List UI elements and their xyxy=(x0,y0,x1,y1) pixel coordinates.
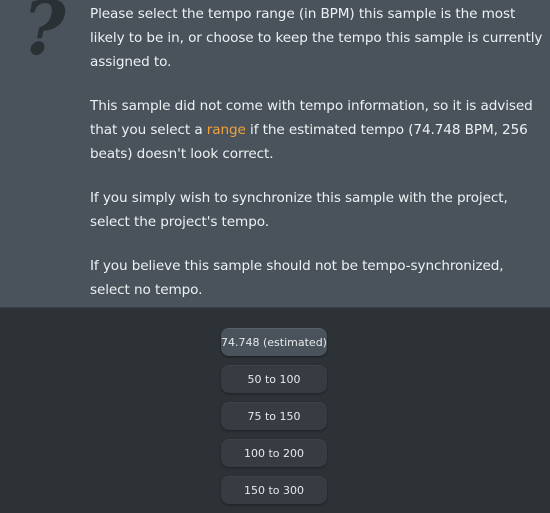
tempo-button-area: 74.748 (estimated) 50 to 100 75 to 150 1… xyxy=(0,308,550,513)
svg-text:?: ? xyxy=(22,0,66,64)
tempo-button-50-100[interactable]: 50 to 100 xyxy=(221,365,327,393)
message-paragraph-3: If you simply wish to synchronize this s… xyxy=(90,190,508,230)
message-text: Please select the tempo range (in BPM) t… xyxy=(90,2,545,322)
tempo-button-estimated[interactable]: 74.748 (estimated) xyxy=(221,328,327,356)
question-mark-icon: ? xyxy=(22,0,66,64)
message-panel: ? Please select the tempo range (in BPM)… xyxy=(0,0,550,308)
message-paragraph-4: If you believe this sample should not be… xyxy=(90,258,504,298)
tempo-button-75-150[interactable]: 75 to 150 xyxy=(221,402,327,430)
tempo-button-100-200[interactable]: 100 to 200 xyxy=(221,439,327,467)
tempo-button-150-300[interactable]: 150 to 300 xyxy=(221,476,327,504)
message-paragraph-2: This sample did not come with tempo info… xyxy=(90,94,545,166)
range-link[interactable]: range xyxy=(207,122,246,138)
tempo-dialog: ? Please select the tempo range (in BPM)… xyxy=(0,0,550,513)
message-paragraph-1: Please select the tempo range (in BPM) t… xyxy=(90,6,543,70)
